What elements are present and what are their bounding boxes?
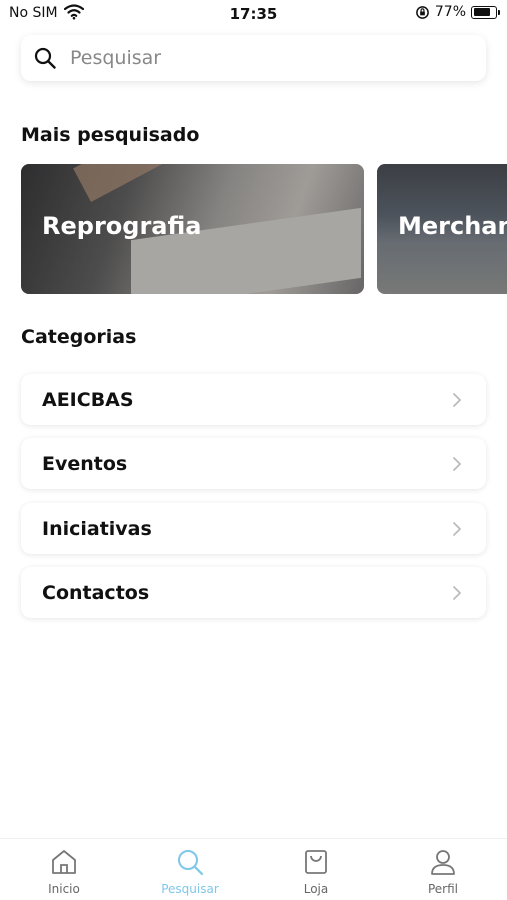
category-item-eventos[interactable]: Eventos bbox=[21, 438, 486, 489]
category-label: Iniciativas bbox=[42, 517, 152, 540]
orientation-lock-icon bbox=[416, 5, 429, 19]
chevron-right-icon bbox=[453, 457, 461, 471]
search-bar[interactable] bbox=[21, 35, 486, 81]
category-label: AEICBAS bbox=[42, 388, 134, 411]
status-bar: No SIM 17:35 77% bbox=[0, 0, 507, 28]
tab-label: Inicio bbox=[48, 882, 80, 896]
tab-label: Perfil bbox=[427, 882, 459, 896]
category-item-aeicbas[interactable]: AEICBAS bbox=[21, 374, 486, 425]
card-reprografia[interactable]: Reprografia bbox=[21, 164, 364, 294]
battery-percentage: 77% bbox=[434, 4, 466, 20]
tab-loja[interactable]: Loja bbox=[253, 847, 379, 896]
battery-level bbox=[473, 8, 490, 16]
category-item-iniciativas[interactable]: Iniciativas bbox=[21, 503, 486, 554]
tab-label: Pesquisar bbox=[161, 882, 219, 896]
most-searched-carousel[interactable]: Reprografia Merchandising bbox=[21, 164, 507, 294]
tab-bar: Inicio Pesquisar Loja Perfil bbox=[0, 838, 507, 900]
categories-title: Categorias bbox=[21, 326, 137, 348]
search-input[interactable] bbox=[70, 47, 450, 69]
search-icon bbox=[178, 850, 204, 876]
category-label: Contactos bbox=[42, 581, 150, 604]
category-item-contactos[interactable]: Contactos bbox=[21, 567, 486, 618]
user-icon bbox=[431, 850, 455, 875]
tab-inicio[interactable]: Inicio bbox=[1, 847, 127, 896]
home-icon bbox=[52, 850, 76, 874]
tab-label: Loja bbox=[303, 882, 329, 896]
search-icon bbox=[34, 47, 56, 69]
chevron-right-icon bbox=[453, 586, 461, 600]
chevron-right-icon bbox=[453, 393, 461, 407]
shopping-bag-icon bbox=[305, 850, 327, 874]
category-label: Eventos bbox=[42, 452, 128, 475]
card-label: Reprografia bbox=[42, 212, 202, 240]
tab-perfil[interactable]: Perfil bbox=[380, 847, 506, 896]
battery-icon bbox=[471, 5, 500, 19]
card-label: Merchandising bbox=[398, 212, 507, 240]
chevron-right-icon bbox=[453, 522, 461, 536]
card-merchandising[interactable]: Merchandising bbox=[377, 164, 507, 294]
tab-pesquisar[interactable]: Pesquisar bbox=[127, 847, 253, 896]
most-searched-title: Mais pesquisado bbox=[21, 124, 200, 146]
